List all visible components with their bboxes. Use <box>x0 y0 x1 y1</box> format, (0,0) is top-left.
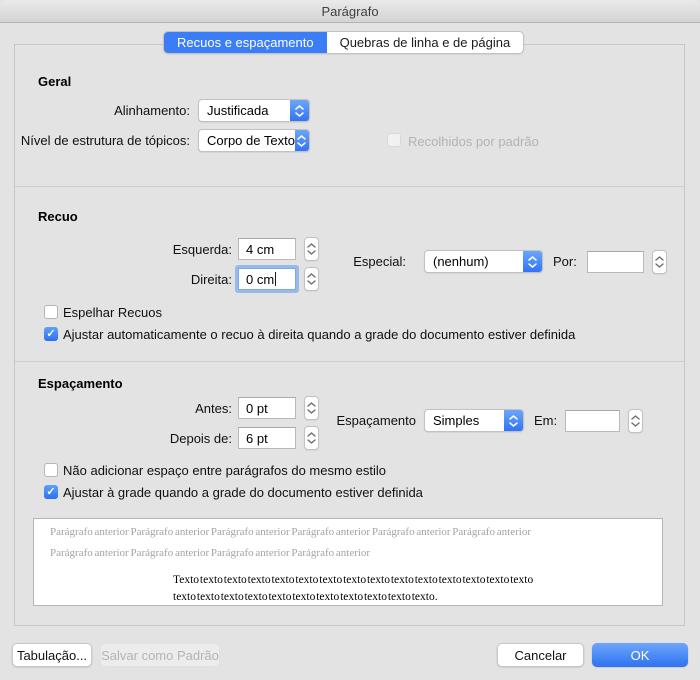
save-as-default-button: Salvar como Padrão <box>100 643 220 667</box>
tabs-button[interactable]: Tabulação... <box>12 643 92 667</box>
line-spacing-label: Espaçamento <box>0 413 416 428</box>
cancel-button[interactable]: Cancelar <box>497 643 584 667</box>
no-space-same-style-checkbox[interactable]: ✓ <box>44 463 58 477</box>
popup-chevrons-icon <box>523 251 542 272</box>
at-stepper[interactable] <box>628 409 643 433</box>
popup-chevrons-icon <box>290 100 309 121</box>
space-after-stepper[interactable] <box>304 426 319 450</box>
window-title: Parágrafo <box>321 4 378 19</box>
at-field[interactable] <box>565 410 620 432</box>
ok-button[interactable]: OK <box>592 643 688 667</box>
by-stepper[interactable] <box>652 250 667 274</box>
paragraph-preview: Parágrafo anterior Parágrafo anterior Pa… <box>33 518 663 606</box>
tab-line-page-breaks[interactable]: Quebras de linha e de página <box>327 32 524 53</box>
outline-level-label: Nível de estrutura de tópicos: <box>0 133 190 148</box>
mirror-indents-label: Espelhar Recuos <box>63 305 162 320</box>
collapsed-by-default-label: Recolhidos por padrão <box>408 134 539 149</box>
preview-previous-paragraph-line: Parágrafo anterior Parágrafo anterior Pa… <box>34 543 662 564</box>
mirror-indents-checkbox[interactable]: ✓ <box>44 305 58 319</box>
alignment-popup[interactable]: Justificada <box>198 99 310 122</box>
indent-right-stepper[interactable] <box>304 267 319 291</box>
space-after-field[interactable]: 6 pt <box>238 427 296 449</box>
check-icon: ✓ <box>46 329 55 340</box>
snap-to-grid-checkbox[interactable]: ✓ <box>44 485 58 499</box>
outline-level-popup[interactable]: Corpo de Texto <box>198 129 310 152</box>
by-field[interactable] <box>587 251 644 273</box>
tab-bar: Recuos e espaçamento Quebras de linha e … <box>163 31 524 54</box>
special-popup[interactable]: (nenhum) <box>424 250 543 273</box>
section-divider <box>15 186 684 187</box>
popup-chevrons-icon <box>295 130 309 151</box>
preview-sample-text-line: Texto texto texto texto texto texto text… <box>34 572 662 589</box>
snap-to-grid-label: Ajustar à grade quando a grade do docume… <box>63 485 423 500</box>
indent-right-field[interactable]: 0 cm <box>238 268 296 290</box>
paragraph-dialog: { "window": { "title": "Parágrafo" }, "t… <box>0 0 700 680</box>
preview-previous-paragraph-line: Parágrafo anterior Parágrafo anterior Pa… <box>34 522 662 543</box>
alignment-label: Alinhamento: <box>0 103 190 118</box>
tab-indents-spacing[interactable]: Recuos e espaçamento <box>164 32 327 53</box>
popup-chevrons-icon <box>504 410 523 431</box>
auto-adjust-right-indent-label: Ajustar automaticamente o recuo à direit… <box>63 327 575 342</box>
line-spacing-popup[interactable]: Simples <box>424 409 524 432</box>
no-space-same-style-label: Não adicionar espaço entre parágrafos do… <box>63 463 386 478</box>
section-heading-general: Geral <box>38 74 71 89</box>
window-titlebar: Parágrafo <box>0 0 700 23</box>
auto-adjust-right-indent-checkbox[interactable]: ✓ <box>44 327 58 341</box>
check-icon: ✓ <box>46 487 55 498</box>
text-caret <box>275 272 276 286</box>
section-divider <box>15 361 684 362</box>
indent-right-label: Direita: <box>0 272 232 287</box>
preview-sample-text-line: texto texto texto texto texto texto text… <box>34 589 662 606</box>
collapsed-by-default-checkbox: ✓ <box>387 133 401 147</box>
section-heading-indent: Recuo <box>38 209 78 224</box>
section-heading-spacing: Espaçamento <box>38 376 123 391</box>
special-label: Especial: <box>0 254 406 269</box>
space-after-label: Depois de: <box>0 431 232 446</box>
